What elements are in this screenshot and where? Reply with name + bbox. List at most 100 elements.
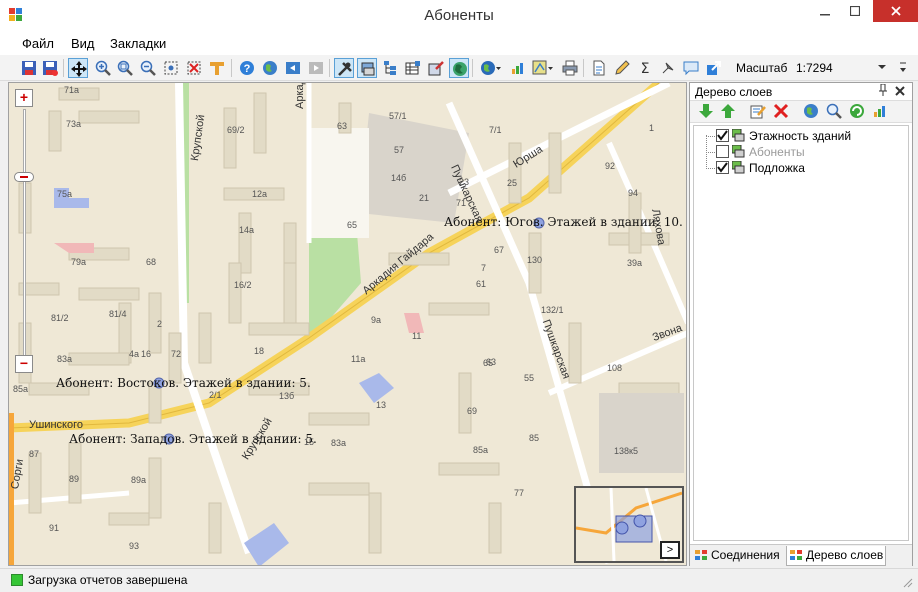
house-number: 14б <box>391 173 407 183</box>
edit-layer-button[interactable] <box>750 103 768 121</box>
zoom-out-button[interactable] <box>138 58 158 78</box>
tree-icon <box>384 61 396 75</box>
globe-layer-button[interactable] <box>803 103 821 121</box>
house-number: 63 <box>337 121 348 131</box>
tab-connections[interactable]: Соединения <box>692 546 784 566</box>
save-icon <box>22 61 36 75</box>
move-down-button[interactable] <box>698 103 716 121</box>
chart-button[interactable] <box>508 58 528 78</box>
back-button[interactable] <box>283 58 303 78</box>
menu-view[interactable]: Вид <box>71 36 95 51</box>
select-button[interactable] <box>161 58 181 78</box>
close-button[interactable] <box>873 0 918 22</box>
layer-row-basemap[interactable]: Подложка <box>694 160 908 176</box>
tab-layer-tree[interactable]: Дерево слоев <box>786 546 886 566</box>
tree-button[interactable] <box>380 58 400 78</box>
search-icon <box>826 103 842 119</box>
forward-icon <box>309 62 323 74</box>
delete-layer-button[interactable] <box>773 103 791 121</box>
zoom-out-map-button[interactable]: − <box>15 355 33 373</box>
house-number: 16/2 <box>234 280 252 290</box>
earth-button[interactable] <box>449 58 469 78</box>
save-as-button[interactable] <box>40 58 60 78</box>
edit-button[interactable] <box>426 58 446 78</box>
map-dropdown-button[interactable] <box>530 58 556 78</box>
house-number: 2 <box>157 319 163 329</box>
forward-button[interactable] <box>306 58 326 78</box>
layer-button[interactable] <box>357 58 377 78</box>
resize-grip-icon[interactable] <box>903 578 913 588</box>
zoom-window-button[interactable] <box>115 58 135 78</box>
house-number: 13б <box>279 391 295 401</box>
layer-checkbox-subscribers[interactable] <box>716 145 729 158</box>
pan-button[interactable] <box>68 58 88 78</box>
refresh-icon <box>850 104 864 118</box>
panel-toolbar <box>690 101 912 123</box>
edit-icon <box>428 61 444 76</box>
subscriber-label: Абонент: Югов. Этажей в здании: 10. <box>444 215 683 229</box>
help-button[interactable]: ? <box>237 58 257 78</box>
map-view[interactable]: Аркадия Гайдара Аркадия Гайдара Юрша Пуш… <box>8 82 687 566</box>
zoom-in-map-button[interactable]: + <box>15 89 33 107</box>
courtyard-area <box>309 128 369 238</box>
search-layer-button[interactable] <box>826 103 844 121</box>
globe-button[interactable] <box>260 58 280 78</box>
status-bar: Загрузка отчетов завершена <box>0 568 918 592</box>
menu-bookmarks[interactable]: Закладки <box>110 36 166 51</box>
save-button[interactable] <box>19 58 39 78</box>
measure-button[interactable] <box>207 58 227 78</box>
layer-label: Абоненты <box>749 145 805 159</box>
zoom-in-button[interactable] <box>93 58 113 78</box>
subscriber-label: Абонент: Западов. Этажей в здании: 5. <box>69 432 317 446</box>
minimize-button[interactable] <box>810 0 840 22</box>
comment-button[interactable] <box>681 58 701 78</box>
move-up-button[interactable] <box>720 103 738 121</box>
svg-text:?: ? <box>244 63 251 75</box>
layer-tree[interactable]: Этажность зданий Абоненты Подложка <box>693 125 909 541</box>
pin-icon <box>662 62 674 74</box>
house-number: 81/4 <box>109 309 127 319</box>
scale-dropdown[interactable]: 1:7294 <box>792 58 894 78</box>
chart-layer-button[interactable] <box>872 103 890 121</box>
pin-button[interactable] <box>658 58 678 78</box>
house-number: 57/1 <box>389 111 407 121</box>
sigma-button[interactable]: Σ <box>635 58 655 78</box>
zoom-slider[interactable] <box>23 109 26 359</box>
minimap[interactable]: > <box>574 486 684 563</box>
minimap-toggle-button[interactable]: > <box>660 541 680 559</box>
house-number: 68 <box>146 257 157 267</box>
layer-checkbox-storeys[interactable] <box>716 129 729 142</box>
pen-button[interactable] <box>612 58 632 78</box>
earth-dropdown-button[interactable] <box>478 58 504 78</box>
print-button[interactable] <box>560 58 580 78</box>
table-button[interactable] <box>403 58 423 78</box>
close-icon[interactable] <box>895 86 905 98</box>
house-number: 91 <box>49 523 60 533</box>
layer-row-storeys[interactable]: Этажность зданий <box>694 128 908 144</box>
maximize-button[interactable] <box>840 0 870 22</box>
chart-icon <box>512 63 523 74</box>
house-number: 83а <box>57 354 73 364</box>
house-number: 93 <box>129 541 140 551</box>
toolbar-overflow-icon[interactable] <box>899 62 907 74</box>
house-number: 81/2 <box>51 313 69 323</box>
zoom-out-icon <box>140 60 156 76</box>
scale-value: 1:7294 <box>796 61 833 75</box>
layer-icon <box>732 161 745 174</box>
pin-icon[interactable] <box>878 84 888 96</box>
share-icon <box>707 61 721 75</box>
zoom-slider-handle[interactable] <box>14 172 34 182</box>
share-button[interactable] <box>704 58 724 78</box>
refresh-layer-button[interactable] <box>849 103 867 121</box>
select-icon <box>164 61 178 75</box>
earth-dropdown-icon <box>481 61 501 75</box>
layer-row-subscribers[interactable]: Абоненты <box>694 144 908 160</box>
tools-button[interactable] <box>334 58 354 78</box>
layer-checkbox-basemap[interactable] <box>716 161 729 174</box>
table-icon <box>405 61 420 75</box>
delete-layer-icon <box>773 103 789 119</box>
house-number: 55 <box>524 373 535 383</box>
clear-selection-button[interactable] <box>184 58 204 78</box>
menu-file[interactable]: Файл <box>22 36 54 51</box>
document-button[interactable] <box>589 58 609 78</box>
